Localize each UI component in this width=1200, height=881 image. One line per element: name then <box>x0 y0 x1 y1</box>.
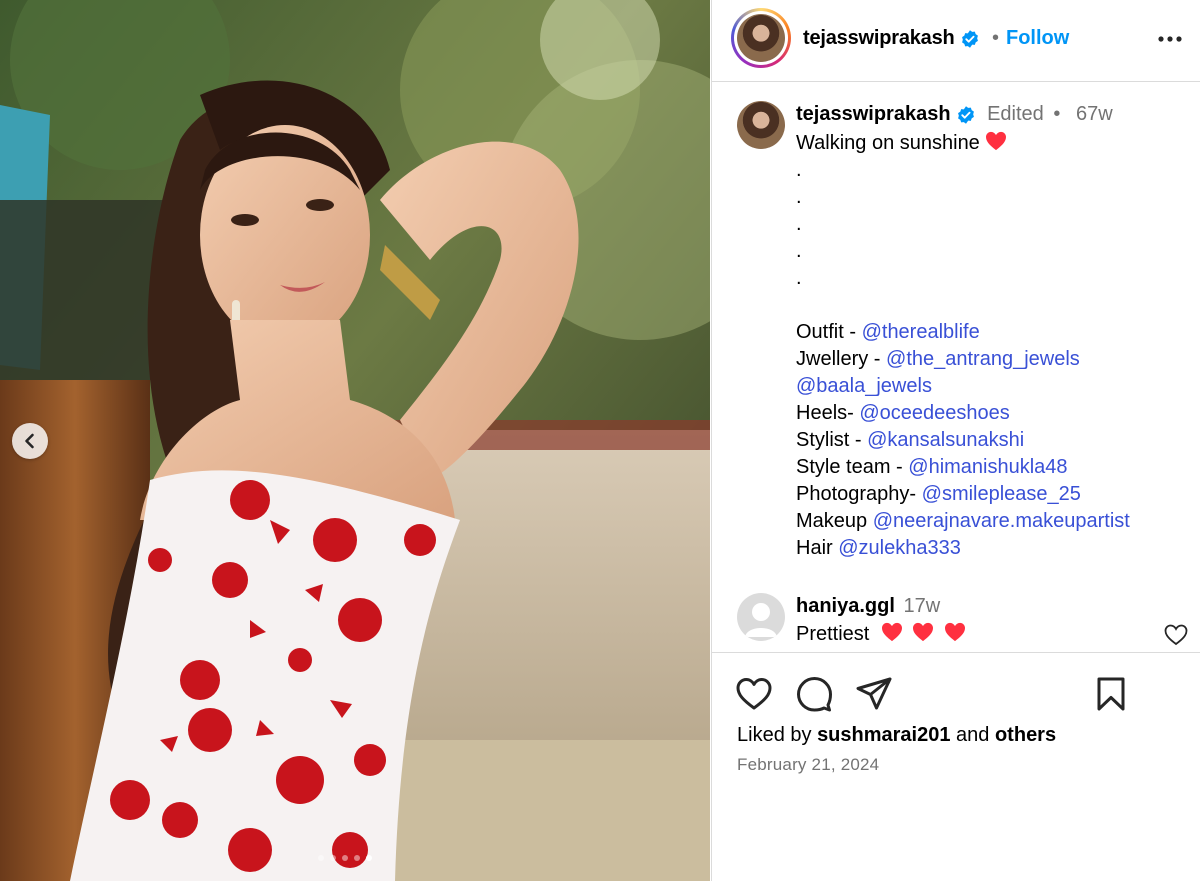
verified-badge-icon <box>957 105 974 124</box>
carousel-dot <box>318 855 324 861</box>
red-heart-icon <box>913 622 934 642</box>
carousel-dot <box>330 855 336 861</box>
caption-credit-line: Heels- @oceedeeshoes <box>796 400 1191 427</box>
credit-mention-link[interactable]: @kansalsunakshi <box>867 429 1024 451</box>
credit-label: Makeup <box>796 510 873 532</box>
chevron-left-icon <box>25 433 34 449</box>
post-header: tejasswiprakash • Follow <box>712 0 1200 82</box>
caption-dot-line: . <box>796 240 802 262</box>
credit-label: Outfit - <box>796 321 862 343</box>
post-detail-panel: tejasswiprakash • Follow tejasswiprakash… <box>711 0 1200 881</box>
save-button[interactable] <box>1092 675 1130 713</box>
post-photo[interactable] <box>0 0 710 881</box>
caption-dot-line: . <box>796 213 802 235</box>
red-heart-icon <box>945 622 966 642</box>
heart-outline-icon <box>1164 624 1188 646</box>
photo-scene <box>0 0 710 881</box>
red-heart-icon <box>986 131 1007 151</box>
credit-mention-link[interactable]: @baala_jewels <box>796 375 932 397</box>
caption-credit-line: Hair @zulekha333 <box>796 535 1191 562</box>
comment-avatar[interactable] <box>737 593 785 641</box>
edited-label: Edited <box>987 103 1044 125</box>
comments-section[interactable]: tejasswiprakash Edited • 67w Walking on … <box>712 83 1200 653</box>
verified-badge-icon <box>961 29 978 48</box>
bookmark-icon <box>1097 677 1125 711</box>
red-heart-icon <box>881 622 902 642</box>
comment-icon <box>797 677 832 712</box>
author-username[interactable]: tejasswiprakash <box>803 27 980 50</box>
author-username-text[interactable]: tejasswiprakash <box>803 27 955 49</box>
caption-title: Walking on sunshine <box>796 132 980 154</box>
comment-age[interactable]: 17w <box>903 595 940 617</box>
caption-dot-line: . <box>796 159 802 181</box>
caption-header: tejasswiprakash Edited • 67w <box>796 103 1113 126</box>
caption-credit-line: Jwellery - @the_antrang_jewels <box>796 346 1191 373</box>
caption-credit-line: @baala_jewels <box>796 373 1191 400</box>
heart-emoji <box>985 131 1007 154</box>
actions-bar: Liked by sushmarai201 and others Februar… <box>712 652 1200 881</box>
author-avatar[interactable] <box>731 8 791 68</box>
liked-user-link[interactable]: sushmarai201 <box>817 724 950 746</box>
previous-slide-button[interactable] <box>12 423 48 459</box>
header-separator: • <box>992 27 1000 49</box>
credit-label: Style team - <box>796 456 909 478</box>
comment-text: Prettiest <box>796 622 966 646</box>
comment-header: haniya.ggl 17w <box>796 595 940 618</box>
meta-dot: • <box>1053 103 1061 125</box>
credit-label: Heels- <box>796 402 860 424</box>
caption-credit-line: Makeup @neerajnavare.makeupartist <box>796 508 1191 535</box>
more-options-button[interactable] <box>1155 24 1185 54</box>
caption-dot-line: . <box>796 186 802 208</box>
credit-label: Stylist - <box>796 429 868 451</box>
caption-author-avatar[interactable] <box>737 101 785 149</box>
caption-username[interactable]: tejasswiprakash <box>796 103 951 125</box>
comment-like-button[interactable] <box>1164 624 1188 651</box>
credit-mention-link[interactable]: @neerajnavare.makeupartist <box>873 510 1130 532</box>
carousel-dot <box>342 855 348 861</box>
credit-mention-link[interactable]: @therealblife <box>862 321 980 343</box>
credit-mention-link[interactable]: @the_antrang_jewels <box>886 348 1080 370</box>
liked-prefix: Liked by <box>737 724 818 746</box>
credit-mention-link[interactable]: @oceedeeshoes <box>859 402 1009 424</box>
credit-mention-link[interactable]: @smileplease_25 <box>922 483 1081 505</box>
comment-username[interactable]: haniya.ggl <box>796 595 895 617</box>
liked-mid: and <box>950 724 995 746</box>
liked-by-text: Liked by sushmarai201 and others <box>737 724 1056 747</box>
caption-credit-line: Outfit - @therealblife <box>796 319 1191 346</box>
credit-label: Hair <box>796 537 839 559</box>
caption-dot-line: . <box>796 267 802 289</box>
caption-title-line: Walking on sunshine <box>796 130 1191 157</box>
caption-credit-line: Photography- @smileplease_25 <box>796 481 1191 508</box>
caption-credit-line: Stylist - @kansalsunakshi <box>796 427 1191 454</box>
credit-label: Jwellery - <box>796 348 887 370</box>
carousel-dot <box>354 855 360 861</box>
carousel-dot <box>366 855 372 861</box>
default-avatar-icon <box>745 603 777 637</box>
comment-button[interactable] <box>795 675 833 713</box>
credit-mention-link[interactable]: @zulekha333 <box>838 537 961 559</box>
more-options-icon <box>1158 36 1182 42</box>
credit-label: Photography- <box>796 483 922 505</box>
like-button[interactable] <box>735 675 773 713</box>
heart-icon <box>736 678 772 710</box>
share-button[interactable] <box>855 675 893 713</box>
share-icon <box>856 677 892 710</box>
carousel-indicator <box>318 855 372 861</box>
post-date[interactable]: February 21, 2024 <box>737 755 879 775</box>
comment-text-value: Prettiest <box>796 623 870 645</box>
caption-credit-line: Style team - @himanishukla48 <box>796 454 1191 481</box>
comment-hearts <box>881 622 966 645</box>
caption-body: Walking on sunshine ..... Outfit - @ther… <box>796 130 1191 562</box>
follow-button[interactable]: Follow <box>1006 27 1069 50</box>
liked-others-link[interactable]: others <box>995 724 1056 746</box>
caption-age[interactable]: 67w <box>1076 103 1113 125</box>
credit-mention-link[interactable]: @himanishukla48 <box>908 456 1067 478</box>
